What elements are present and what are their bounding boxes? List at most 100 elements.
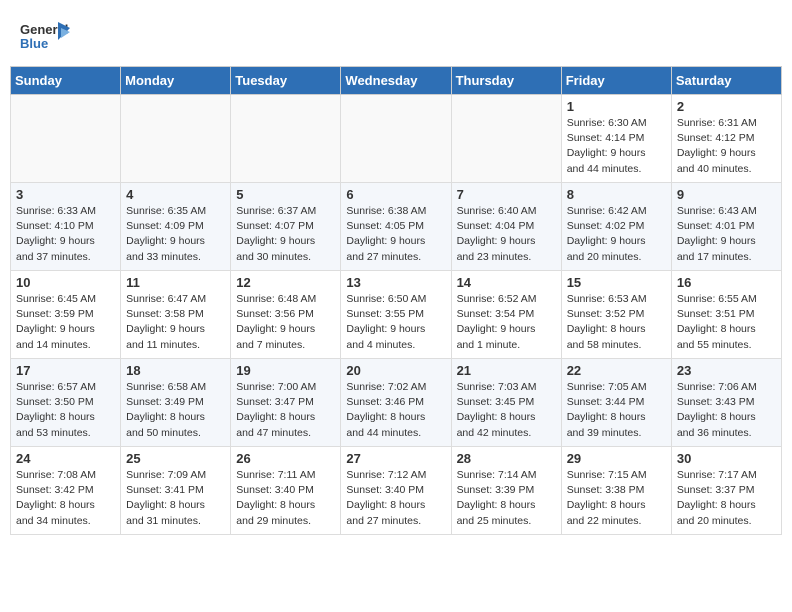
day-info: Sunrise: 7:14 AM Sunset: 3:39 PM Dayligh… [457, 468, 556, 529]
weekday-header-tuesday: Tuesday [231, 67, 341, 95]
calendar-week-4: 17 Sunrise: 6:57 AM Sunset: 3:50 PM Dayli… [11, 359, 782, 447]
weekday-header-friday: Friday [561, 67, 671, 95]
calendar-cell: 28 Sunrise: 7:14 AM Sunset: 3:39 PM Dayli… [451, 447, 561, 535]
calendar-week-3: 10 Sunrise: 6:45 AM Sunset: 3:59 PM Dayli… [11, 271, 782, 359]
calendar-table: SundayMondayTuesdayWednesdayThursdayFrid… [10, 66, 782, 535]
day-number: 30 [677, 451, 776, 466]
logo: GeneralBlue [20, 18, 70, 58]
day-info: Sunrise: 6:57 AM Sunset: 3:50 PM Dayligh… [16, 380, 115, 441]
calendar-cell: 13 Sunrise: 6:50 AM Sunset: 3:55 PM Dayli… [341, 271, 451, 359]
day-number: 17 [16, 363, 115, 378]
calendar-cell: 12 Sunrise: 6:48 AM Sunset: 3:56 PM Dayli… [231, 271, 341, 359]
day-info: Sunrise: 7:17 AM Sunset: 3:37 PM Dayligh… [677, 468, 776, 529]
calendar-week-5: 24Sunrise: 7:08 AM Sunset: 3:42 PM Dayli… [11, 447, 782, 535]
day-info: Sunrise: 6:55 AM Sunset: 3:51 PM Dayligh… [677, 292, 776, 353]
day-info: Sunrise: 7:05 AM Sunset: 3:44 PM Dayligh… [567, 380, 666, 441]
calendar-cell [341, 95, 451, 183]
calendar-cell: 18Sunrise: 6:58 AM Sunset: 3:49 PM Dayli… [121, 359, 231, 447]
day-info: Sunrise: 6:48 AM Sunset: 3:56 PM Dayligh… [236, 292, 335, 353]
day-number: 24 [16, 451, 115, 466]
calendar-cell: 10 Sunrise: 6:45 AM Sunset: 3:59 PM Dayli… [11, 271, 121, 359]
day-info: Sunrise: 7:11 AM Sunset: 3:40 PM Dayligh… [236, 468, 335, 529]
day-info: Sunrise: 6:38 AM Sunset: 4:05 PM Dayligh… [346, 204, 445, 265]
calendar-header: SundayMondayTuesdayWednesdayThursdayFrid… [11, 67, 782, 95]
calendar-cell: 20Sunrise: 7:02 AM Sunset: 3:46 PM Dayli… [341, 359, 451, 447]
calendar-cell: 11Sunrise: 6:47 AM Sunset: 3:58 PM Dayli… [121, 271, 231, 359]
day-number: 19 [236, 363, 335, 378]
day-number: 26 [236, 451, 335, 466]
calendar-cell: 21 Sunrise: 7:03 AM Sunset: 3:45 PM Dayli… [451, 359, 561, 447]
day-info: Sunrise: 6:40 AM Sunset: 4:04 PM Dayligh… [457, 204, 556, 265]
day-info: Sunrise: 6:47 AM Sunset: 3:58 PM Dayligh… [126, 292, 225, 353]
weekday-header-thursday: Thursday [451, 67, 561, 95]
day-info: Sunrise: 6:50 AM Sunset: 3:55 PM Dayligh… [346, 292, 445, 353]
day-info: Sunrise: 6:45 AM Sunset: 3:59 PM Dayligh… [16, 292, 115, 353]
day-number: 12 [236, 275, 335, 290]
calendar-cell: 9 Sunrise: 6:43 AM Sunset: 4:01 PM Daylig… [671, 183, 781, 271]
weekday-row: SundayMondayTuesdayWednesdayThursdayFrid… [11, 67, 782, 95]
day-number: 5 [236, 187, 335, 202]
calendar-cell: 17 Sunrise: 6:57 AM Sunset: 3:50 PM Dayli… [11, 359, 121, 447]
day-number: 22 [567, 363, 666, 378]
calendar-cell [11, 95, 121, 183]
day-number: 15 [567, 275, 666, 290]
day-number: 29 [567, 451, 666, 466]
day-number: 3 [16, 187, 115, 202]
day-number: 25 [126, 451, 225, 466]
calendar-cell: 2 Sunrise: 6:31 AM Sunset: 4:12 PM Daylig… [671, 95, 781, 183]
calendar-week-1: 1Sunrise: 6:30 AM Sunset: 4:14 PM Daylig… [11, 95, 782, 183]
day-number: 20 [346, 363, 445, 378]
day-info: Sunrise: 7:00 AM Sunset: 3:47 PM Dayligh… [236, 380, 335, 441]
day-info: Sunrise: 6:52 AM Sunset: 3:54 PM Dayligh… [457, 292, 556, 353]
calendar-cell: 23 Sunrise: 7:06 AM Sunset: 3:43 PM Dayli… [671, 359, 781, 447]
calendar-cell: 3 Sunrise: 6:33 AM Sunset: 4:10 PM Daylig… [11, 183, 121, 271]
calendar-wrapper: SundayMondayTuesdayWednesdayThursdayFrid… [0, 66, 792, 545]
day-number: 16 [677, 275, 776, 290]
day-info: Sunrise: 6:35 AM Sunset: 4:09 PM Dayligh… [126, 204, 225, 265]
day-info: Sunrise: 6:31 AM Sunset: 4:12 PM Dayligh… [677, 116, 776, 177]
day-info: Sunrise: 6:33 AM Sunset: 4:10 PM Dayligh… [16, 204, 115, 265]
day-number: 7 [457, 187, 556, 202]
calendar-cell: 25Sunrise: 7:09 AM Sunset: 3:41 PM Dayli… [121, 447, 231, 535]
day-info: Sunrise: 7:15 AM Sunset: 3:38 PM Dayligh… [567, 468, 666, 529]
day-info: Sunrise: 7:06 AM Sunset: 3:43 PM Dayligh… [677, 380, 776, 441]
calendar-cell: 26 Sunrise: 7:11 AM Sunset: 3:40 PM Dayli… [231, 447, 341, 535]
day-number: 28 [457, 451, 556, 466]
calendar-cell: 6Sunrise: 6:38 AM Sunset: 4:05 PM Daylig… [341, 183, 451, 271]
day-number: 1 [567, 99, 666, 114]
day-number: 2 [677, 99, 776, 114]
day-info: Sunrise: 6:43 AM Sunset: 4:01 PM Dayligh… [677, 204, 776, 265]
day-info: Sunrise: 7:03 AM Sunset: 3:45 PM Dayligh… [457, 380, 556, 441]
day-info: Sunrise: 6:37 AM Sunset: 4:07 PM Dayligh… [236, 204, 335, 265]
day-number: 13 [346, 275, 445, 290]
calendar-cell: 27Sunrise: 7:12 AM Sunset: 3:40 PM Dayli… [341, 447, 451, 535]
weekday-header-sunday: Sunday [11, 67, 121, 95]
calendar-body: 1Sunrise: 6:30 AM Sunset: 4:14 PM Daylig… [11, 95, 782, 535]
calendar-cell: 24Sunrise: 7:08 AM Sunset: 3:42 PM Dayli… [11, 447, 121, 535]
calendar-cell: 15Sunrise: 6:53 AM Sunset: 3:52 PM Dayli… [561, 271, 671, 359]
calendar-cell [451, 95, 561, 183]
calendar-cell: 7 Sunrise: 6:40 AM Sunset: 4:04 PM Daylig… [451, 183, 561, 271]
weekday-header-saturday: Saturday [671, 67, 781, 95]
calendar-cell: 5 Sunrise: 6:37 AM Sunset: 4:07 PM Daylig… [231, 183, 341, 271]
weekday-header-wednesday: Wednesday [341, 67, 451, 95]
calendar-week-2: 3 Sunrise: 6:33 AM Sunset: 4:10 PM Daylig… [11, 183, 782, 271]
calendar-cell: 14Sunrise: 6:52 AM Sunset: 3:54 PM Dayli… [451, 271, 561, 359]
weekday-header-monday: Monday [121, 67, 231, 95]
day-number: 10 [16, 275, 115, 290]
day-number: 23 [677, 363, 776, 378]
day-number: 18 [126, 363, 225, 378]
svg-text:Blue: Blue [20, 36, 48, 51]
day-number: 4 [126, 187, 225, 202]
day-info: Sunrise: 7:12 AM Sunset: 3:40 PM Dayligh… [346, 468, 445, 529]
calendar-cell: 30 Sunrise: 7:17 AM Sunset: 3:37 PM Dayli… [671, 447, 781, 535]
day-number: 21 [457, 363, 556, 378]
day-info: Sunrise: 6:42 AM Sunset: 4:02 PM Dayligh… [567, 204, 666, 265]
calendar-cell: 16 Sunrise: 6:55 AM Sunset: 3:51 PM Dayli… [671, 271, 781, 359]
page-header: GeneralBlue [0, 0, 792, 66]
calendar-cell: 22 Sunrise: 7:05 AM Sunset: 3:44 PM Dayli… [561, 359, 671, 447]
day-number: 8 [567, 187, 666, 202]
logo-svg: GeneralBlue [20, 18, 70, 58]
calendar-cell [231, 95, 341, 183]
day-number: 9 [677, 187, 776, 202]
